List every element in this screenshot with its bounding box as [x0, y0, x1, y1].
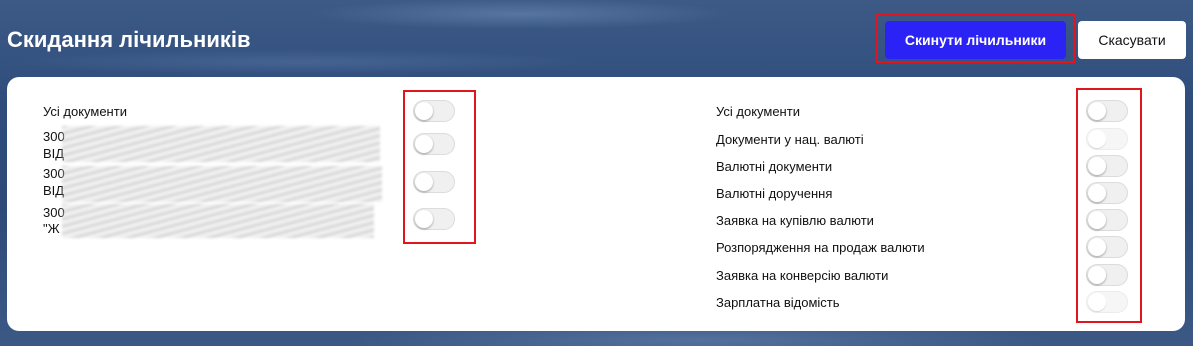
right-toggle-national-currency[interactable]	[1086, 128, 1128, 150]
toggle-knob	[415, 102, 433, 120]
left-toggle-account-3[interactable]	[413, 208, 455, 230]
reset-counters-button[interactable]: Скинути лічильники	[885, 21, 1066, 59]
right-toggle-currency-sale[interactable]	[1086, 236, 1128, 258]
right-label-currency-purchase: Заявка на купівлю валюти	[716, 213, 874, 228]
toggle-knob	[1088, 293, 1106, 311]
toggle-knob	[1088, 130, 1106, 148]
toggle-knob	[415, 173, 433, 191]
toggle-knob	[415, 135, 433, 153]
redacted-account-2	[62, 166, 382, 202]
account-2-name: ВІД	[43, 183, 65, 198]
right-label-currency-sale: Розпорядження на продаж валюти	[716, 240, 925, 255]
right-toggle-currency-conversion[interactable]	[1086, 264, 1128, 286]
left-toggle-account-2[interactable]	[413, 171, 455, 193]
toggle-knob	[1088, 211, 1106, 229]
redacted-account-1	[62, 126, 380, 162]
toggle-knob	[1088, 102, 1106, 120]
page-title: Скидання лічильників	[7, 27, 251, 52]
toggle-knob	[1088, 157, 1106, 175]
right-label-currency-orders: Валютні доручення	[716, 186, 833, 201]
right-toggle-payroll[interactable]	[1086, 291, 1128, 313]
right-label-payroll: Зарплатна відомість	[716, 295, 840, 310]
right-label-currency-conversion: Заявка на конверсію валюти	[716, 268, 889, 283]
right-label-national-currency: Документи у нац. валюті	[716, 132, 864, 147]
toggle-knob	[415, 210, 433, 228]
right-toggle-currency-purchase[interactable]	[1086, 209, 1128, 231]
toggle-knob	[1088, 266, 1106, 284]
left-toggle-account-1[interactable]	[413, 133, 455, 155]
account-3-name: "Ж	[43, 221, 60, 236]
right-toggle-currency-documents[interactable]	[1086, 155, 1128, 177]
toggle-knob	[1088, 184, 1106, 202]
right-label-currency-documents: Валютні документи	[716, 159, 833, 174]
right-toggle-currency-orders[interactable]	[1086, 182, 1128, 204]
redacted-account-3	[62, 204, 374, 238]
right-label-all-documents: Усі документи	[716, 104, 800, 119]
left-toggle-all-documents[interactable]	[413, 100, 455, 122]
left-all-documents-label: Усі документи	[43, 104, 127, 119]
right-toggle-all-documents[interactable]	[1086, 100, 1128, 122]
account-1-name: ВІД	[43, 146, 65, 161]
toggle-knob	[1088, 238, 1106, 256]
cancel-button[interactable]: Скасувати	[1078, 21, 1186, 59]
